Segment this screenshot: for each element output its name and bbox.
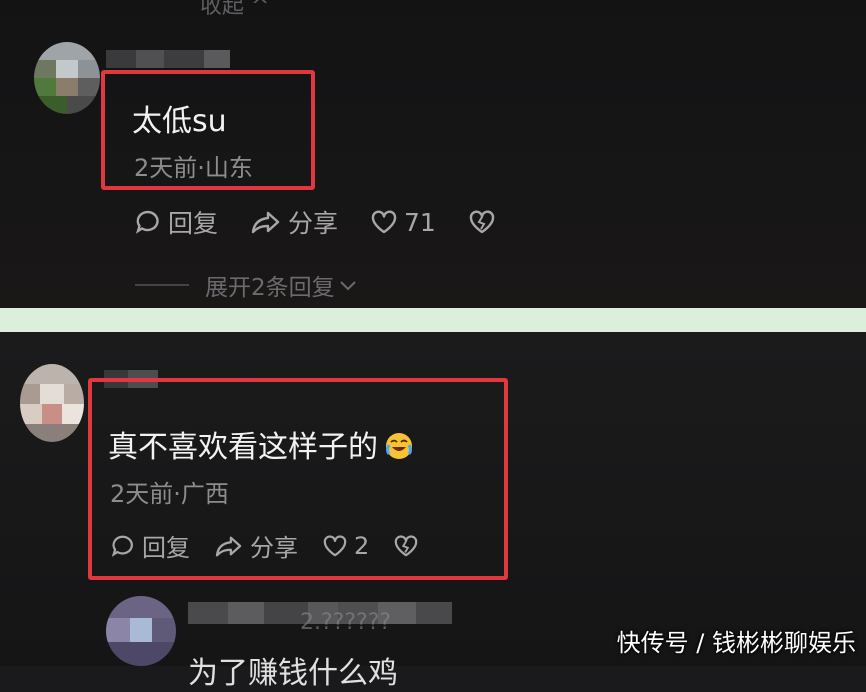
highlight-box: [101, 70, 315, 190]
reply-button[interactable]: 回复: [134, 204, 218, 240]
expand-replies-label: 展开2条回复: [205, 275, 335, 301]
replies-rule: [135, 284, 189, 286]
watermark: 快传号 / 钱彬彬聊娱乐: [616, 629, 856, 657]
highlight-box: [88, 378, 508, 580]
image-divider: [0, 308, 866, 332]
heart-icon: [371, 210, 397, 234]
share-icon: [251, 211, 280, 234]
collapse-label[interactable]: 收起 ^: [200, 0, 269, 20]
avatar[interactable]: [20, 364, 84, 442]
like-count: 71: [404, 207, 436, 237]
next-comment-text: 为了赚钱什么鸡: [188, 656, 398, 691]
top-comment-panel: 收起 ^ 太低su 2天前·山东 回复 分享 71 展开2条回复: [0, 0, 866, 308]
username-fragment: 2.??????: [300, 610, 392, 635]
reply-label: 回复: [168, 209, 219, 238]
bottom-comment-panel: 真不喜欢看这样子的 2天前·广西 回复 分享 2 2.??????: [0, 332, 866, 666]
comment-actions: 回复 分享 71: [134, 204, 534, 240]
share-label: 分享: [288, 209, 339, 238]
avatar[interactable]: [34, 42, 100, 114]
dislike-button[interactable]: [468, 209, 502, 235]
like-button[interactable]: 71: [370, 208, 436, 237]
username-blurred[interactable]: [106, 50, 230, 68]
avatar[interactable]: [106, 596, 176, 666]
expand-replies[interactable]: 展开2条回复: [135, 268, 359, 302]
reply-icon: [135, 210, 159, 234]
broken-heart-icon: [469, 210, 495, 234]
chevron-down-icon: [339, 281, 356, 291]
share-button[interactable]: 分享: [250, 204, 338, 240]
